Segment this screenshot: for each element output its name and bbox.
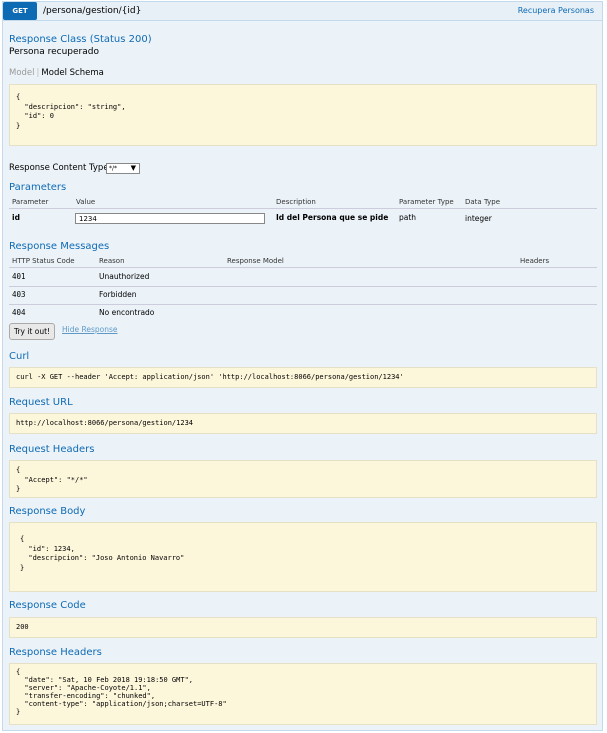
- header-line: }: [16, 485, 21, 493]
- param-data-type: integer: [465, 214, 492, 223]
- param-col-parameter: Parameter: [12, 198, 49, 206]
- msg-row-divider: [9, 286, 597, 287]
- tab-model[interactable]: Model: [9, 68, 35, 78]
- msg-reason: No encontrado: [99, 308, 155, 317]
- operation-header[interactable]: GET /persona/gestion/{id} Recupera Perso…: [3, 2, 602, 21]
- schema-line: "id": 0: [16, 112, 54, 120]
- tab-model-schema[interactable]: Model Schema: [41, 68, 103, 78]
- msg-col-status: HTTP Status Code: [12, 257, 75, 265]
- body-line: {: [20, 535, 25, 543]
- msg-reason: Forbidden: [99, 290, 137, 299]
- curl-heading: Curl: [9, 351, 30, 362]
- response-header-line: {: [16, 668, 21, 676]
- param-col-data-type: Data Type: [465, 198, 501, 206]
- schema-line: "descripcion": "string",: [16, 102, 126, 111]
- response-header-line: "content-type": "application/json;charse…: [16, 700, 227, 708]
- msg-col-model: Response Model: [227, 257, 284, 265]
- hide-response-link[interactable]: Hide Response: [62, 325, 118, 334]
- response-code-box: 200: [9, 617, 597, 638]
- param-type: path: [399, 213, 417, 222]
- body-line: }: [20, 563, 25, 572]
- header-line: "Accept": "*/*": [16, 475, 88, 484]
- response-headers-box: { "date": "Sat, 10 Feb 2018 19:18:50 GMT…: [9, 663, 597, 725]
- param-description: Id del Persona que se pide: [276, 213, 389, 222]
- response-header-line: }: [16, 708, 21, 716]
- response-headers-heading: Response Headers: [9, 647, 102, 658]
- response-code-heading: Response Code: [9, 600, 86, 611]
- request-url-value: http://localhost:8066/persona/gestion/12…: [16, 419, 194, 427]
- response-header-line: "server": "Apache-Coyote/1.1",: [16, 684, 151, 692]
- try-it-out-button[interactable]: Try it out!: [9, 323, 55, 340]
- curl-box: curl -X GET --header 'Accept: applicatio…: [9, 367, 597, 388]
- response-code-value: 200: [16, 623, 29, 631]
- model-schema-box: { "descripcion": "string", "id": 0}: [9, 84, 597, 146]
- msg-col-headers: Headers: [520, 257, 550, 265]
- response-body-box: { "id": 1234, "descripcion": "Joso Anton…: [9, 522, 597, 592]
- msg-code: 401: [12, 272, 26, 281]
- http-method-badge[interactable]: GET: [3, 2, 37, 20]
- response-class-description: Persona recuperado: [9, 47, 99, 57]
- request-headers-box: { "Accept": "*/*"}: [9, 460, 597, 498]
- header-line: {: [16, 466, 21, 474]
- msg-row-divider: [9, 304, 597, 305]
- msg-header-divider: [9, 267, 597, 268]
- request-headers-heading: Request Headers: [9, 444, 95, 455]
- response-header-line: "transfer-encoding": "chunked",: [16, 692, 156, 700]
- param-id-input[interactable]: [75, 213, 265, 224]
- response-class-heading: Response Class (Status 200): [9, 34, 152, 45]
- operation-summary-link[interactable]: Recupera Personas: [518, 2, 594, 20]
- content-type-label: Response Content Type: [9, 163, 109, 173]
- request-url-heading: Request URL: [9, 397, 73, 408]
- content-type-value: */*: [109, 165, 118, 172]
- body-line: "descripcion": "Joso Antonio Navarro": [20, 554, 185, 562]
- parameters-heading: Parameters: [9, 182, 67, 193]
- msg-code: 403: [12, 290, 26, 299]
- dropdown-arrow-icon: ▼: [130, 164, 136, 172]
- msg-code: 404: [12, 308, 26, 317]
- response-body-heading: Response Body: [9, 506, 86, 517]
- model-tabs: Model | Model Schema: [9, 68, 104, 78]
- msg-col-reason: Reason: [99, 257, 125, 265]
- content-type-select[interactable]: */* ▼: [106, 163, 140, 174]
- operation-panel: GET /persona/gestion/{id} Recupera Perso…: [2, 1, 603, 731]
- schema-line: }: [16, 121, 21, 130]
- request-url-box: http://localhost:8066/persona/gestion/12…: [9, 413, 597, 434]
- curl-command: curl -X GET --header 'Accept: applicatio…: [16, 373, 404, 381]
- body-line: "id": 1234,: [20, 544, 75, 553]
- msg-reason: Unauthorized: [99, 272, 150, 281]
- schema-line: {: [16, 93, 21, 101]
- response-header-line: "date": "Sat, 10 Feb 2018 19:18:50 GMT",: [16, 676, 194, 684]
- param-col-value: Value: [76, 198, 96, 206]
- param-col-type: Parameter Type: [399, 198, 454, 206]
- response-messages-heading: Response Messages: [9, 241, 110, 252]
- param-header-divider: [9, 208, 597, 209]
- param-col-description: Description: [276, 198, 316, 206]
- operation-path[interactable]: /persona/gestion/{id}: [43, 2, 141, 20]
- param-name: id: [12, 213, 20, 222]
- tab-separator: |: [36, 68, 40, 78]
